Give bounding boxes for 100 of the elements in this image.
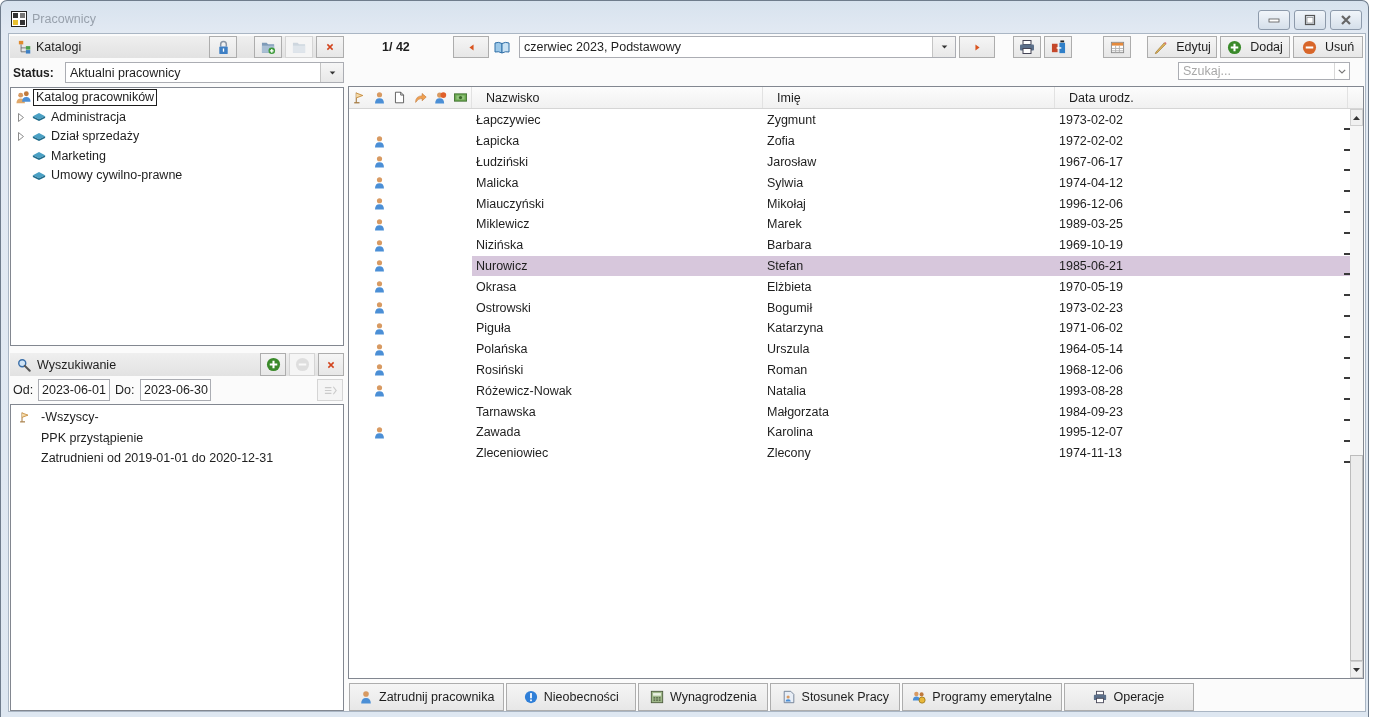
- panel-title: Katalogi: [36, 40, 82, 54]
- chevron-down-icon: [1338, 68, 1346, 74]
- table-cell-text: Barbara: [766, 237, 813, 255]
- table-cell-text: 1973-02-02: [1058, 112, 1124, 130]
- triangle-up-icon: [1353, 115, 1360, 120]
- table-cell-text: Małgorzata: [766, 403, 830, 421]
- hierarchy-icon: [18, 40, 32, 54]
- column-header[interactable]: Data urodz.: [1055, 87, 1348, 108]
- tree-item[interactable]: Marketing: [51, 147, 108, 165]
- table-cell: Nurowicz: [472, 255, 763, 277]
- scrollbar[interactable]: [1350, 109, 1363, 678]
- calculator-icon: [649, 690, 664, 704]
- column-header[interactable]: Imię: [763, 87, 1055, 108]
- table-cell: 1985-06-21: [1055, 255, 1341, 277]
- status-label: Status:: [13, 65, 55, 80]
- filter-item[interactable]: -Wszyscy-: [41, 410, 99, 425]
- table-cell-text: Katarzyna: [766, 320, 825, 338]
- table-icon: [1109, 39, 1125, 55]
- edit-button[interactable]: Edytuj: [1147, 36, 1217, 58]
- tab-button[interactable]: Zatrudnij pracownika: [349, 683, 505, 711]
- add-button[interactable]: [260, 353, 286, 376]
- table-cell-text: Zleceniowiec: [475, 445, 550, 463]
- table-cell-text: 1967-06-17: [1058, 154, 1124, 171]
- banknote-icon: [454, 91, 468, 104]
- dropdown-button[interactable]: [1334, 63, 1349, 79]
- tab-button[interactable]: Wynagrodzenia: [638, 683, 769, 711]
- person-icon: [373, 91, 386, 104]
- table-cell-text: 1964-05-14: [1058, 341, 1124, 359]
- table-cell-text: 1995-12-07: [1058, 424, 1124, 442]
- table-cell-text: Nizińska: [475, 237, 525, 255]
- document-icon: [393, 91, 407, 104]
- table-cell-text: Łudziński: [475, 154, 530, 171]
- dropdown-button[interactable]: [932, 37, 955, 57]
- add-folder-button[interactable]: [254, 36, 282, 58]
- app-icon: [11, 11, 27, 27]
- table-cell-text: Malicka: [475, 174, 520, 192]
- print-button[interactable]: [1013, 36, 1041, 58]
- close-button[interactable]: [318, 353, 344, 376]
- scroll-up-button[interactable]: [1350, 109, 1363, 126]
- plus-icon: [1227, 39, 1243, 55]
- table-cell-text: Bogumił: [766, 299, 814, 317]
- open-book-icon: [494, 39, 510, 55]
- table-cell-text: 1969-10-19: [1058, 237, 1124, 255]
- table-cell-text: Urszula: [766, 341, 811, 359]
- scrollbar-thumb[interactable]: [1350, 455, 1363, 661]
- tab-button[interactable]: Stosunek Pracy: [770, 683, 901, 711]
- table-cell-text: Miklewicz: [475, 216, 531, 234]
- column-header[interactable]: Nazwisko: [472, 87, 763, 108]
- scroll-down-button[interactable]: [1350, 661, 1363, 678]
- date-field[interactable]: 2023-06-30: [140, 379, 211, 401]
- tree-item[interactable]: Dział sprzedaży: [51, 128, 142, 146]
- transfer-icon: [1050, 39, 1066, 55]
- maximize-icon: [1304, 14, 1316, 26]
- table-cell-text: Marek: [766, 216, 803, 234]
- add-button[interactable]: Dodaj: [1220, 36, 1290, 58]
- table-cell-text: Mikołaj: [766, 195, 807, 213]
- panel-title: Wyszukiwanie: [37, 357, 117, 372]
- dropdown-button[interactable]: [320, 63, 343, 82]
- tab-button[interactable]: Nieobecności: [506, 683, 637, 711]
- table-cell-text: Jarosław: [766, 154, 818, 171]
- date-field[interactable]: 2023-06-01: [38, 379, 110, 401]
- person-document-icon: [781, 690, 796, 704]
- lock-button[interactable]: [209, 36, 237, 58]
- tree-item[interactable]: Administracja: [51, 108, 129, 126]
- table-cell-text: Zygmunt: [766, 112, 817, 130]
- columns-button[interactable]: [1103, 36, 1131, 58]
- window-title: Pracownicy: [32, 12, 96, 26]
- close-button[interactable]: [1330, 10, 1362, 30]
- previous-button[interactable]: [453, 36, 489, 58]
- delete-button[interactable]: Usuń: [1293, 36, 1363, 58]
- table-cell-text: Rosiński: [475, 361, 525, 379]
- flag-icon: [352, 91, 366, 104]
- transfer-button[interactable]: [1044, 36, 1072, 58]
- tab-button[interactable]: Programy emerytalne: [902, 683, 1062, 711]
- table-cell-text: 1971-06-02: [1058, 320, 1124, 338]
- table-cell-text: Łapicka: [475, 133, 521, 151]
- filter-item[interactable]: PPK przystąpienie: [41, 430, 144, 445]
- table-cell-text: 1972-02-02: [1058, 133, 1124, 151]
- pencil-icon: [1153, 39, 1169, 55]
- tree-item[interactable]: Umowy cywilno-prawne: [51, 167, 185, 185]
- maximize-button[interactable]: [1294, 10, 1326, 30]
- table-cell-text: Ostrowski: [475, 299, 532, 317]
- close-button[interactable]: [316, 36, 344, 58]
- search-icon: [17, 357, 31, 372]
- status-dropdown[interactable]: Aktualni pracownicy: [65, 62, 344, 83]
- period-dropdown[interactable]: czerwiec 2023, Podstawowy: [519, 36, 956, 58]
- table-cell-text: 1984-09-23: [1058, 403, 1124, 421]
- table-cell-text: 1973-02-23: [1058, 299, 1124, 317]
- minus-icon: [294, 357, 310, 372]
- next-button[interactable]: [959, 36, 995, 58]
- table-cell-text: Polańska: [475, 341, 529, 359]
- table-cell-text: 1996-12-06: [1058, 195, 1124, 213]
- table-cell-text: Karolina: [766, 424, 814, 442]
- table-cell-text: Łapczywiec: [475, 112, 542, 130]
- filter-item[interactable]: Zatrudnieni od 2019-01-01 do 2020-12-31: [41, 451, 274, 466]
- tab-button[interactable]: Operacje: [1063, 683, 1194, 711]
- close-icon: [324, 41, 336, 53]
- tree-item[interactable]: Katalog pracowników: [33, 89, 158, 107]
- right-triangle-icon: [974, 43, 980, 51]
- caret-icon: [940, 45, 948, 49]
